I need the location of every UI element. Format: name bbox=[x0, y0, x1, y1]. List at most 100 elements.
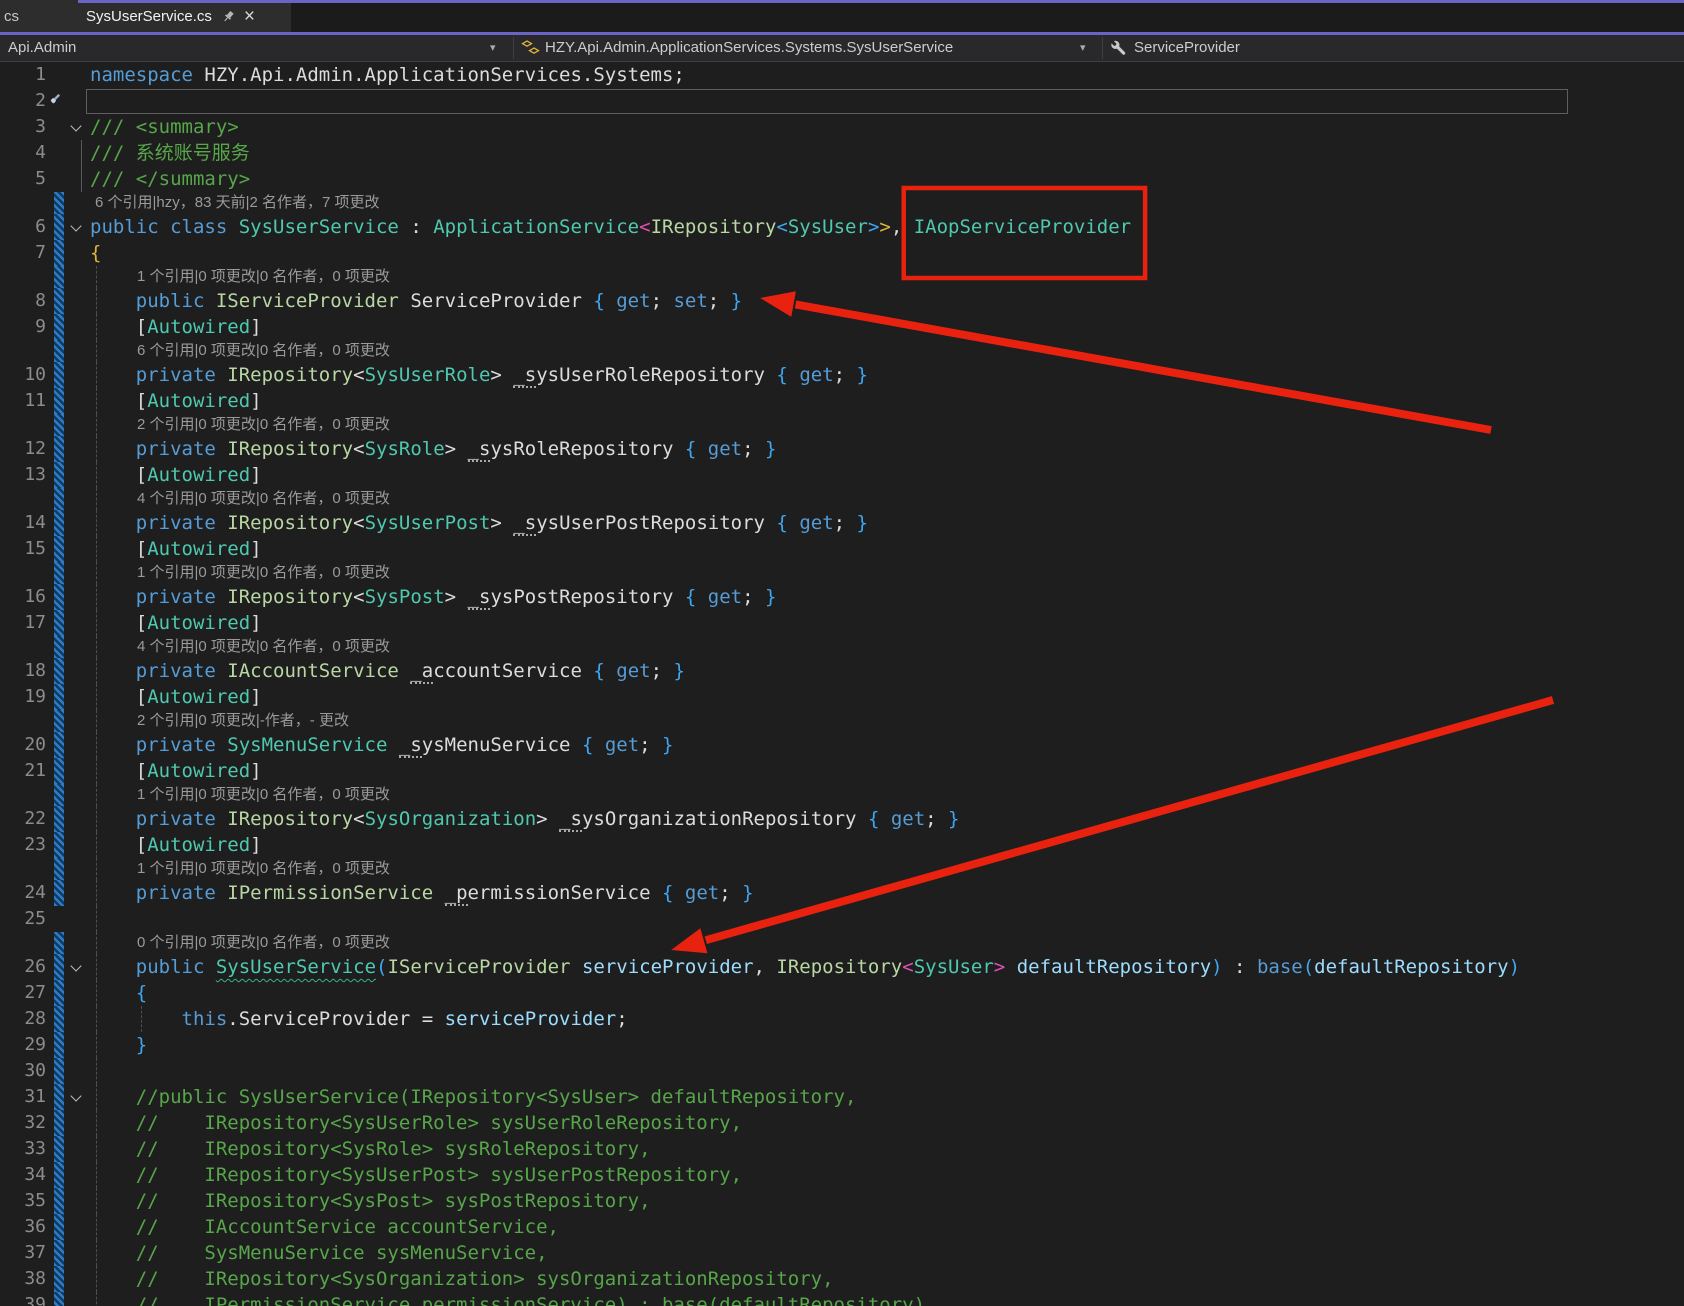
breadcrumb-type-path[interactable]: HZY.Api.Admin.ApplicationServices.System… bbox=[545, 35, 953, 61]
code-text[interactable]: [Autowired] bbox=[88, 536, 262, 562]
code-line-12[interactable]: 12 private IRepository<SysRole> _sysRole… bbox=[0, 436, 1684, 462]
fold-chevron-icon[interactable] bbox=[70, 960, 82, 972]
quick-actions-icon[interactable] bbox=[47, 92, 62, 112]
code-line-27[interactable]: 27 { bbox=[0, 980, 1684, 1006]
codelens-text[interactable]: 1 个引用|0 项更改|0 名作者，0 项更改 bbox=[137, 562, 390, 584]
code-line-11[interactable]: 11 [Autowired] bbox=[0, 388, 1684, 414]
code-text[interactable]: private IRepository<SysPost> _sysPostRep… bbox=[88, 584, 776, 610]
code-line-10[interactable]: 10 private IRepository<SysUserRole> _sys… bbox=[0, 362, 1684, 388]
code-text[interactable]: private IRepository<SysUserRole> _sysUse… bbox=[88, 362, 868, 388]
codelens-row[interactable]: 6 个引用|0 项更改|0 名作者，0 项更改 bbox=[0, 340, 1684, 362]
code-text[interactable]: [Autowired] bbox=[88, 684, 262, 710]
fold-chevron-icon[interactable] bbox=[70, 220, 82, 232]
code-line-37[interactable]: 37 // SysMenuService sysMenuService, bbox=[0, 1240, 1684, 1266]
code-text[interactable]: // IRepository<SysRole> sysRoleRepositor… bbox=[88, 1136, 651, 1162]
code-line-13[interactable]: 13 [Autowired] bbox=[0, 462, 1684, 488]
codelens-text[interactable]: 0 个引用|0 项更改|0 名作者，0 项更改 bbox=[137, 932, 390, 954]
code-text[interactable]: [Autowired] bbox=[88, 758, 262, 784]
codelens-text[interactable]: 2 个引用|0 项更改|0 名作者，0 项更改 bbox=[137, 414, 390, 436]
code-line-7[interactable]: 7{ bbox=[0, 240, 1684, 266]
code-line-24[interactable]: 24 private IPermissionService _permissio… bbox=[0, 880, 1684, 906]
breadcrumb-project[interactable]: Api.Admin bbox=[8, 35, 76, 61]
code-line-36[interactable]: 36 // IAccountService accountService, bbox=[0, 1214, 1684, 1240]
code-text[interactable]: private IAccountService _accountService … bbox=[88, 658, 685, 684]
code-line-18[interactable]: 18 private IAccountService _accountServi… bbox=[0, 658, 1684, 684]
code-text[interactable]: // IRepository<SysUserPost> sysUserPostR… bbox=[88, 1162, 742, 1188]
code-text[interactable]: // IRepository<SysPost> sysPostRepositor… bbox=[88, 1188, 651, 1214]
codelens-row[interactable]: 2 个引用|0 项更改|-作者，- 更改 bbox=[0, 710, 1684, 732]
code-line-14[interactable]: 14 private IRepository<SysUserPost> _sys… bbox=[0, 510, 1684, 536]
pin-icon[interactable] bbox=[222, 10, 235, 23]
code-line-23[interactable]: 23 [Autowired] bbox=[0, 832, 1684, 858]
code-line-2[interactable]: 2 bbox=[0, 88, 1684, 114]
code-text[interactable]: public IServiceProvider ServiceProvider … bbox=[88, 288, 742, 314]
code-line-21[interactable]: 21 [Autowired] bbox=[0, 758, 1684, 784]
fold-chevron-icon[interactable] bbox=[70, 120, 82, 132]
code-text[interactable]: private IRepository<SysUserPost> _sysUse… bbox=[88, 510, 868, 536]
code-line-3[interactable]: 3 /// <summary> bbox=[0, 114, 1684, 140]
code-text[interactable]: /// </summary> bbox=[88, 166, 250, 192]
code-line-34[interactable]: 34 // IRepository<SysUserPost> sysUserPo… bbox=[0, 1162, 1684, 1188]
code-line-38[interactable]: 38 // IRepository<SysOrganization> sysOr… bbox=[0, 1266, 1684, 1292]
code-line-31[interactable]: 31 //public SysUserService(IRepository<S… bbox=[0, 1084, 1684, 1110]
codelens-row[interactable]: 2 个引用|0 项更改|0 名作者，0 项更改 bbox=[0, 414, 1684, 436]
code-line-26[interactable]: 26 public SysUserService(IServiceProvide… bbox=[0, 954, 1684, 980]
code-text[interactable] bbox=[88, 1058, 90, 1084]
code-line-39[interactable]: 39 // IPermissionService permissionServi… bbox=[0, 1292, 1684, 1306]
code-line-30[interactable]: 30 bbox=[0, 1058, 1684, 1084]
codelens-row[interactable]: 4 个引用|0 项更改|0 名作者，0 项更改 bbox=[0, 636, 1684, 658]
codelens-text[interactable]: 6 个引用|hzy，83 天前|2 名作者，7 项更改 bbox=[95, 192, 380, 214]
editor[interactable]: 1 namespace HZY.Api.Admin.ApplicationServ… bbox=[0, 62, 1684, 1306]
codelens-text[interactable]: 4 个引用|0 项更改|0 名作者，0 项更改 bbox=[137, 488, 390, 510]
code-line-16[interactable]: 16 private IRepository<SysPost> _sysPost… bbox=[0, 584, 1684, 610]
code-text[interactable]: public class SysUserService : Applicatio… bbox=[88, 214, 1131, 240]
code-text[interactable]: this.ServiceProvider = serviceProvider; bbox=[88, 1006, 628, 1032]
code-line-20[interactable]: 20 private SysMenuService _sysMenuServic… bbox=[0, 732, 1684, 758]
chevron-down-icon[interactable]: ▾ bbox=[1080, 35, 1086, 61]
code-line-25[interactable]: 25 bbox=[0, 906, 1684, 932]
code-text[interactable]: { bbox=[88, 980, 147, 1006]
chevron-down-icon[interactable]: ▾ bbox=[490, 35, 496, 61]
code-line-5[interactable]: 5 /// </summary> bbox=[0, 166, 1684, 192]
code-line-6[interactable]: 6 public class SysUserService : Applicati… bbox=[0, 214, 1684, 240]
codelens-row[interactable]: 1 个引用|0 项更改|0 名作者，0 项更改 bbox=[0, 784, 1684, 806]
code-text[interactable]: { bbox=[88, 240, 101, 266]
code-text[interactable]: private IRepository<SysRole> _sysRoleRep… bbox=[88, 436, 776, 462]
codelens-text[interactable]: 1 个引用|0 项更改|0 名作者，0 项更改 bbox=[137, 858, 390, 880]
codelens-text[interactable]: 2 个引用|0 项更改|-作者，- 更改 bbox=[137, 710, 349, 732]
codelens-row[interactable]: 6 个引用|hzy，83 天前|2 名作者，7 项更改 bbox=[0, 192, 1684, 214]
code-text[interactable]: private SysMenuService _sysMenuService {… bbox=[88, 732, 674, 758]
code-line-1[interactable]: 1 namespace HZY.Api.Admin.ApplicationServ… bbox=[0, 62, 1684, 88]
tab-background-file[interactable]: cs bbox=[0, 0, 78, 32]
codelens-row[interactable]: 1 个引用|0 项更改|0 名作者，0 项更改 bbox=[0, 858, 1684, 880]
code-text[interactable] bbox=[88, 906, 90, 932]
code-text[interactable]: //public SysUserService(IRepository<SysU… bbox=[88, 1084, 857, 1110]
code-line-29[interactable]: 29 } bbox=[0, 1032, 1684, 1058]
breadcrumb-member[interactable]: ServiceProvider bbox=[1134, 35, 1240, 61]
code-line-9[interactable]: 9 [Autowired] bbox=[0, 314, 1684, 340]
code-line-17[interactable]: 17 [Autowired] bbox=[0, 610, 1684, 636]
close-icon[interactable]: × bbox=[244, 7, 255, 26]
code-text[interactable]: // IRepository<SysUserRole> sysUserRoleR… bbox=[88, 1110, 742, 1136]
codelens-text[interactable]: 1 个引用|0 项更改|0 名作者，0 项更改 bbox=[137, 784, 390, 806]
codelens-row[interactable]: 1 个引用|0 项更改|0 名作者，0 项更改 bbox=[0, 562, 1684, 584]
code-text[interactable]: private IRepository<SysOrganization> _sy… bbox=[88, 806, 960, 832]
code-line-32[interactable]: 32 // IRepository<SysUserRole> sysUserRo… bbox=[0, 1110, 1684, 1136]
code-line-8[interactable]: 8 public IServiceProvider ServiceProvide… bbox=[0, 288, 1684, 314]
code-text[interactable]: // IPermissionService permissionService)… bbox=[88, 1292, 925, 1306]
code-text[interactable]: public SysUserService(IServiceProvider s… bbox=[88, 954, 1520, 980]
fold-chevron-icon[interactable] bbox=[70, 1090, 82, 1102]
code-text[interactable]: private IPermissionService _permissionSe… bbox=[88, 880, 754, 906]
code-text[interactable]: [Autowired] bbox=[88, 388, 262, 414]
code-line-4[interactable]: 4 /// 系统账号服务 bbox=[0, 140, 1684, 166]
code-text[interactable]: [Autowired] bbox=[88, 832, 262, 858]
code-line-19[interactable]: 19 [Autowired] bbox=[0, 684, 1684, 710]
code-text[interactable]: /// 系统账号服务 bbox=[88, 140, 250, 166]
code-line-35[interactable]: 35 // IRepository<SysPost> sysPostReposi… bbox=[0, 1188, 1684, 1214]
code-line-22[interactable]: 22 private IRepository<SysOrganization> … bbox=[0, 806, 1684, 832]
code-line-28[interactable]: 28 this.ServiceProvider = serviceProvide… bbox=[0, 1006, 1684, 1032]
codelens-row[interactable]: 1 个引用|0 项更改|0 名作者，0 项更改 bbox=[0, 266, 1684, 288]
codelens-row[interactable]: 4 个引用|0 项更改|0 名作者，0 项更改 bbox=[0, 488, 1684, 510]
code-text[interactable]: // SysMenuService sysMenuService, bbox=[88, 1240, 548, 1266]
code-text[interactable]: /// <summary> bbox=[88, 114, 239, 140]
